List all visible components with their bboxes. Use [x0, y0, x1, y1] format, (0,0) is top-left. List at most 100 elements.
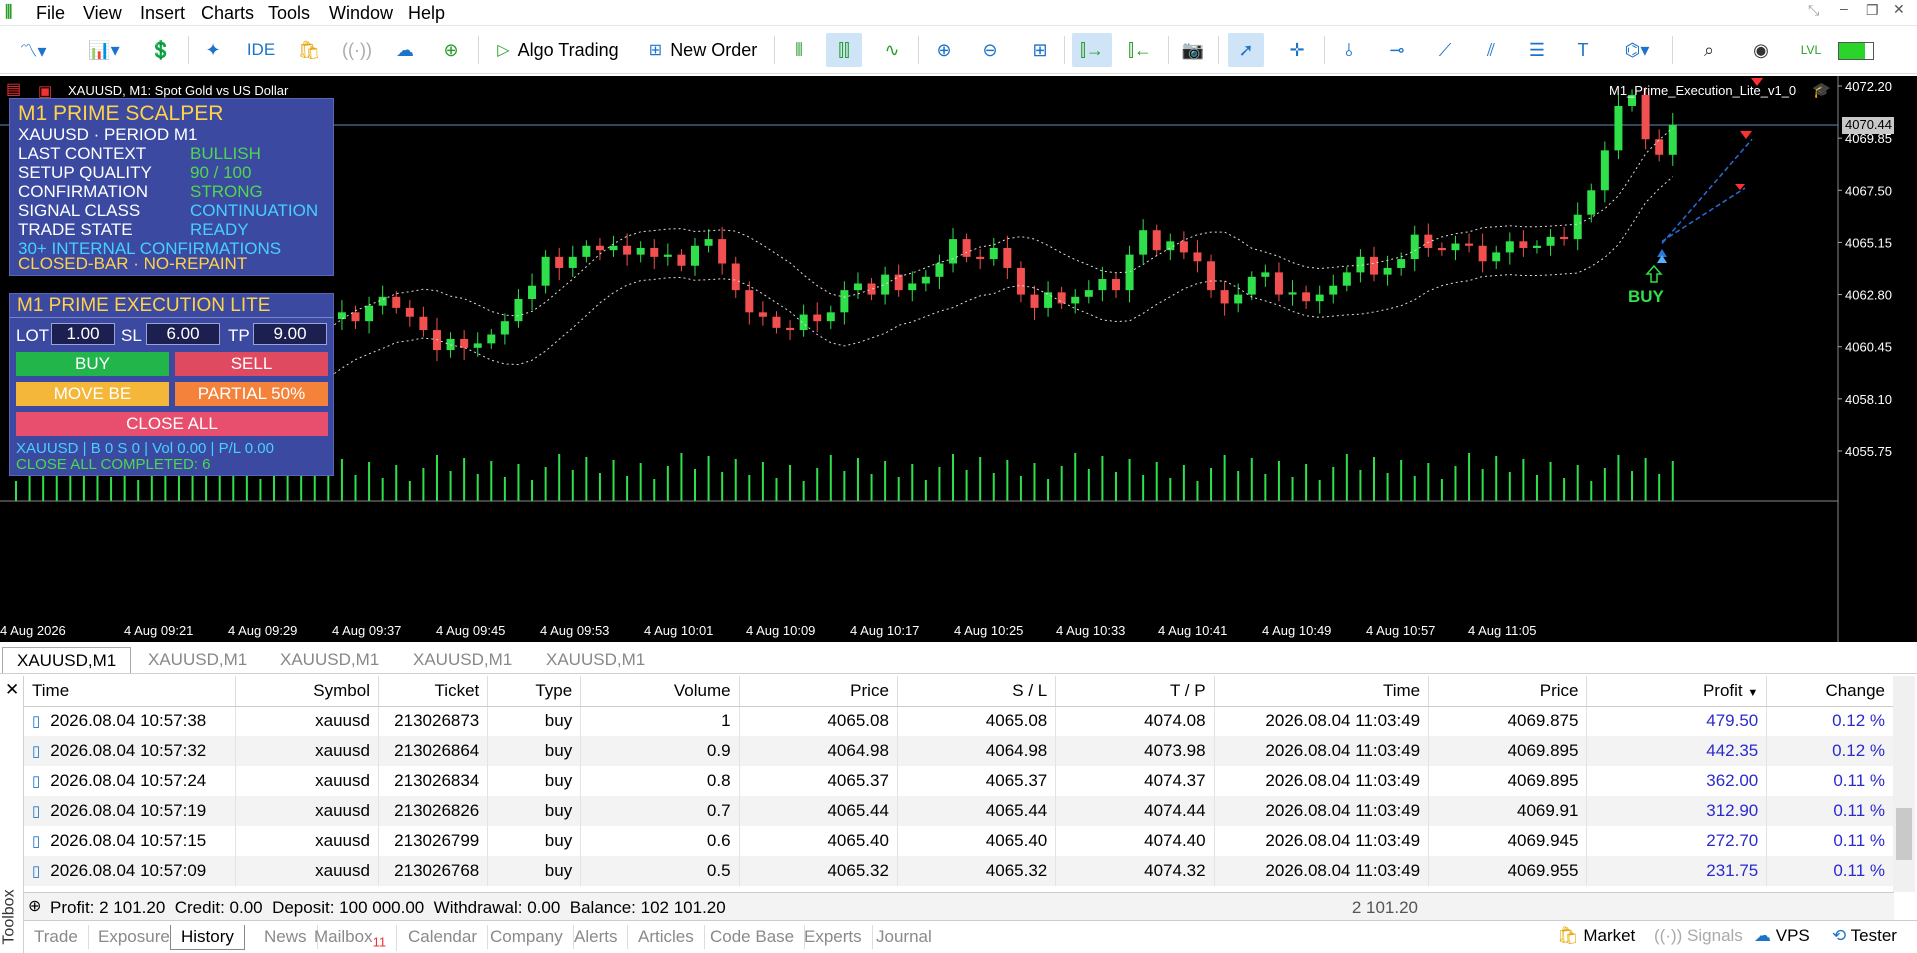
vps-link[interactable]: ☁ VPS [1754, 926, 1810, 946]
time-text: 2026.08.04 10:57:24 [50, 771, 207, 790]
text-icon[interactable]: T [1568, 33, 1598, 67]
search-icon[interactable]: ⌕ [1694, 33, 1724, 67]
partial-button[interactable]: PARTIAL 50% [175, 382, 328, 406]
new-order-button[interactable]: ⊞ New Order [640, 33, 766, 67]
col-sl[interactable]: S / L [897, 676, 1057, 707]
tab-exposure[interactable]: Exposure [88, 925, 181, 949]
col-ticket[interactable]: Ticket [378, 676, 489, 707]
signals-link[interactable]: ((·)) Signals [1654, 926, 1743, 946]
buy-button[interactable]: BUY [16, 352, 169, 376]
table-row[interactable]: ▯ 2026.08.04 10:57:15 xauusd 213026799 buy 0.… [24, 826, 1894, 856]
expand-icon[interactable]: ⊕ [28, 896, 41, 916]
line-chart-icon[interactable]: ∿ [876, 33, 908, 67]
candle-body [595, 245, 604, 251]
menu-help[interactable]: Help [408, 3, 445, 24]
sell-button[interactable]: SELL [175, 352, 328, 376]
chart-type-icon[interactable]: 〽▾ [10, 33, 56, 67]
col-symbol[interactable]: Symbol [235, 676, 379, 707]
chart-tab[interactable]: XAUUSD,M1 [134, 647, 261, 673]
tab-articles[interactable]: Articles [628, 925, 705, 949]
lot-input[interactable]: 1.00 [51, 323, 115, 345]
chart-tab[interactable]: XAUUSD,M1 [2, 647, 132, 673]
menu-insert[interactable]: Insert [140, 3, 185, 24]
tp-input[interactable]: 9.00 [253, 323, 327, 345]
menu-view[interactable]: View [83, 3, 122, 24]
table-row[interactable]: ▯ 2026.08.04 10:57:19 xauusd 213026826 buy 0.… [24, 796, 1894, 826]
table-scrollbar[interactable] [1893, 676, 1915, 892]
table-row[interactable]: ▯ 2026.08.04 10:57:24 xauusd 213026834 buy 0.… [24, 766, 1894, 796]
table-row[interactable]: ▯ 2026.08.04 10:57:09 xauusd 213026768 buy 0.… [24, 856, 1894, 886]
shapes-icon[interactable]: ⌬▾ [1612, 33, 1662, 67]
horizontal-line-icon[interactable]: ⊸ [1380, 33, 1414, 67]
menu-charts[interactable]: Charts [201, 3, 254, 24]
radio-icon[interactable]: ((·)) [342, 33, 372, 67]
col-close-time[interactable]: Time [1214, 676, 1430, 707]
col-profit[interactable]: Profit ▼ [1586, 676, 1768, 707]
level-icon[interactable]: LVL [1796, 33, 1826, 67]
crosshair-icon[interactable]: ✛ [1280, 33, 1314, 67]
tab-company[interactable]: Company [480, 925, 574, 949]
shopping-bag-icon[interactable]: 🛍 [294, 33, 324, 67]
col-time[interactable]: Time [24, 676, 236, 707]
col-type[interactable]: Type [487, 676, 582, 707]
chart-tab[interactable]: XAUUSD,M1 [532, 647, 659, 673]
ide-button[interactable]: IDE [244, 33, 278, 67]
market-link[interactable]: 🛍 Market [1557, 926, 1635, 946]
fibonacci-icon[interactable]: ☰ [1520, 33, 1554, 67]
table-cell: 4065.44 [739, 796, 898, 826]
chart-menu-icon[interactable]: ▤ [6, 82, 21, 98]
table-row[interactable]: ▯ 2026.08.04 10:57:32 xauusd 213026864 buy 0.… [24, 736, 1894, 766]
tab-journal[interactable]: Journal [866, 925, 942, 949]
bar-chart-icon[interactable]: ⫴ [784, 33, 814, 67]
cursor-icon[interactable]: ➚ [1228, 33, 1264, 67]
indicators-icon[interactable]: 📊▾ [76, 33, 132, 67]
restore-icon[interactable]: ⤡ [1808, 2, 1819, 19]
zoom-in-icon[interactable]: ⊕ [928, 33, 960, 67]
menu-window[interactable]: Window [329, 3, 393, 24]
menu-file[interactable]: File [36, 3, 65, 24]
grid-icon[interactable]: ⊞ [1024, 33, 1056, 67]
chart-tab[interactable]: XAUUSD,M1 [399, 647, 526, 673]
screenshot-icon[interactable]: 📷 [1176, 33, 1210, 67]
close-icon[interactable]: ✕ [1893, 1, 1905, 18]
time-label: 4 Aug 10:49 [1262, 623, 1331, 638]
candlestick-icon[interactable]: ⫿⫿ [826, 33, 862, 67]
vertical-line-icon[interactable]: ⫰ [1334, 33, 1364, 67]
col-volume[interactable]: Volume [580, 676, 740, 707]
price-chart[interactable]: 4072.20 4069.85 4067.50 4065.15 4062.80 4060.… [0, 76, 1917, 642]
tester-link[interactable]: ⟲ Tester [1832, 926, 1897, 946]
dollar-icon[interactable]: 💲 [146, 33, 176, 67]
col-tp[interactable]: T / P [1055, 676, 1215, 707]
channel-icon[interactable]: ⫽ [1474, 33, 1508, 67]
vps-globe-icon[interactable]: ⊕ [436, 33, 466, 67]
tab-history[interactable]: History [170, 925, 245, 950]
tab-alerts[interactable]: Alerts [564, 925, 629, 949]
minimize-icon[interactable]: – [1840, 0, 1848, 16]
trendline-icon[interactable]: ⟋ [1428, 33, 1462, 67]
tab-codebase[interactable]: Code Base [700, 925, 806, 949]
account-icon[interactable]: ◉ [1746, 33, 1776, 67]
cloud-icon[interactable]: ☁ [390, 33, 420, 67]
chart-tab[interactable]: XAUUSD,M1 [266, 647, 393, 673]
maximize-icon[interactable]: ❐ [1866, 2, 1879, 19]
tab-calendar[interactable]: Calendar [398, 925, 488, 949]
col-price[interactable]: Price [739, 676, 898, 707]
tab-mailbox[interactable]: Mailbox11 [304, 925, 398, 952]
close-all-button[interactable]: CLOSE ALL [16, 412, 328, 436]
sparkle-icon[interactable]: ✦ [198, 33, 228, 67]
col-close-price[interactable]: Price [1428, 676, 1588, 707]
zoom-out-icon[interactable]: ⊖ [974, 33, 1006, 67]
table-row[interactable]: ▯ 2026.08.04 10:57:38 xauusd 213026873 buy 1 4… [24, 706, 1894, 736]
col-change[interactable]: Change [1766, 676, 1894, 707]
row-label: TRADE STATE [18, 220, 133, 239]
sl-input[interactable]: 6.00 [146, 323, 220, 345]
close-toolbox-icon[interactable]: ✕ [5, 680, 19, 700]
autoscroll-icon[interactable]: ⫿→ [1072, 33, 1112, 67]
algo-trading-button[interactable]: ▷ Algo Trading [486, 33, 630, 67]
table-cell: 362.00 [1586, 766, 1768, 796]
chart-shift-icon[interactable]: ⫿← [1120, 33, 1160, 67]
tab-trade[interactable]: Trade [24, 925, 89, 949]
tab-experts[interactable]: Experts [794, 925, 873, 949]
menu-tools[interactable]: Tools [268, 3, 310, 24]
move-be-button[interactable]: MOVE BE [16, 382, 169, 406]
